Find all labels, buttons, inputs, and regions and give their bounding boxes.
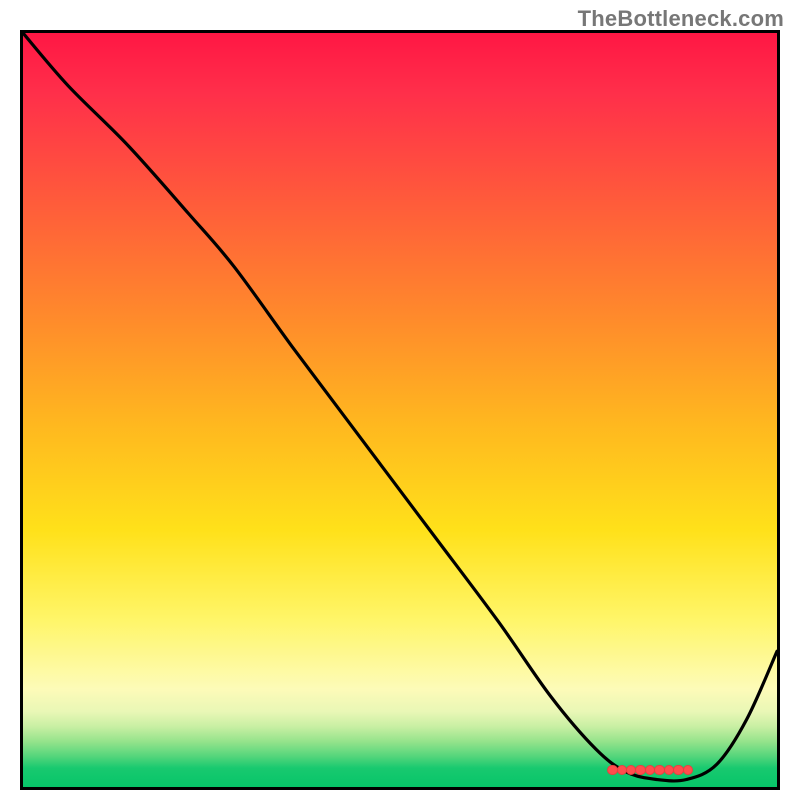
watermark-text: TheBottleneck.com bbox=[578, 6, 784, 32]
chart-area bbox=[20, 30, 780, 790]
bottleneck-curve bbox=[23, 33, 777, 787]
